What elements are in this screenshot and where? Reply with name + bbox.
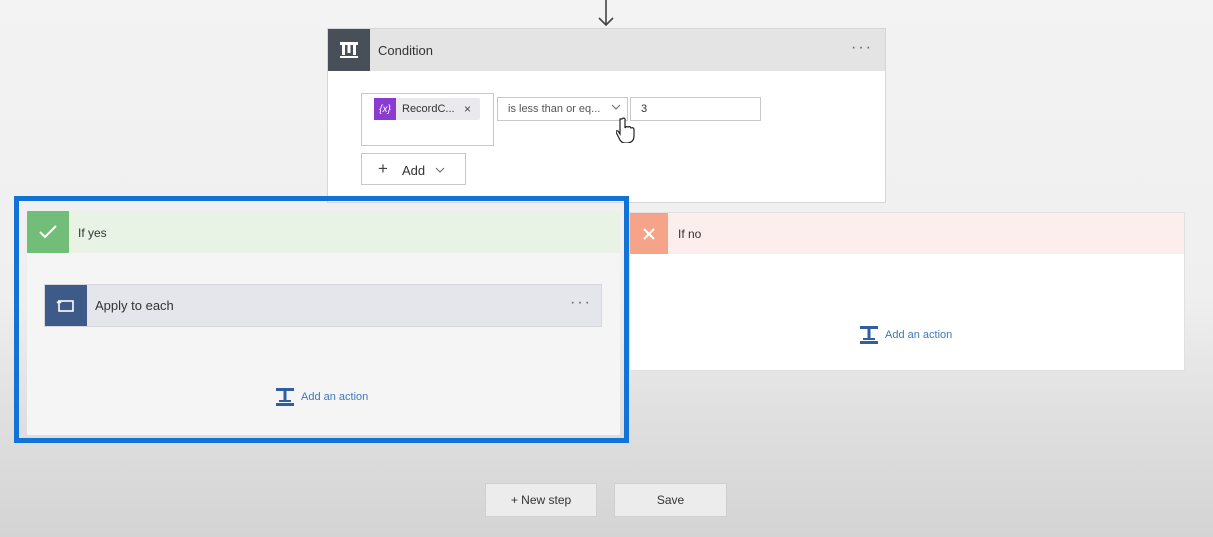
add-action-icon (860, 326, 878, 344)
add-condition-button[interactable]: + Add (361, 153, 466, 185)
if-no-header: If no (630, 213, 1184, 254)
condition-more-options-icon[interactable]: ··· (851, 40, 873, 56)
add-button-label: Add (402, 163, 426, 178)
highlight-outline (14, 196, 629, 443)
condition-title: Condition (378, 43, 433, 58)
operator-dropdown[interactable]: is less than or eq... (497, 97, 628, 121)
plus-icon: + (378, 159, 388, 178)
if-no-label: If no (678, 227, 702, 241)
save-button[interactable]: Save (614, 483, 727, 517)
chevron-down-icon (611, 104, 621, 110)
condition-value: 3 (641, 103, 648, 115)
hand-cursor-icon (616, 117, 635, 143)
variable-icon: {x} (374, 98, 396, 120)
new-step-button[interactable]: + New step (485, 483, 597, 517)
condition-icon (328, 29, 370, 71)
remove-token-icon[interactable]: × (464, 102, 471, 116)
condition-card[interactable]: Condition ··· {x} RecordC... × is less t… (327, 28, 886, 203)
chevron-down-icon (435, 167, 445, 173)
token-label: RecordC... (402, 103, 455, 115)
if-no-branch: If no Add an action (629, 212, 1185, 371)
dynamic-content-token[interactable]: {x} RecordC... × (374, 98, 480, 120)
operator-selected-value: is less than or eq... (508, 103, 601, 115)
down-arrow-icon (598, 0, 614, 27)
condition-header[interactable]: Condition ··· (328, 29, 885, 71)
close-icon (630, 213, 668, 254)
if-no-add-action-button[interactable]: Add an action (859, 325, 952, 345)
condition-value-field[interactable]: 3 (630, 97, 761, 121)
add-action-label: Add an action (885, 329, 953, 341)
